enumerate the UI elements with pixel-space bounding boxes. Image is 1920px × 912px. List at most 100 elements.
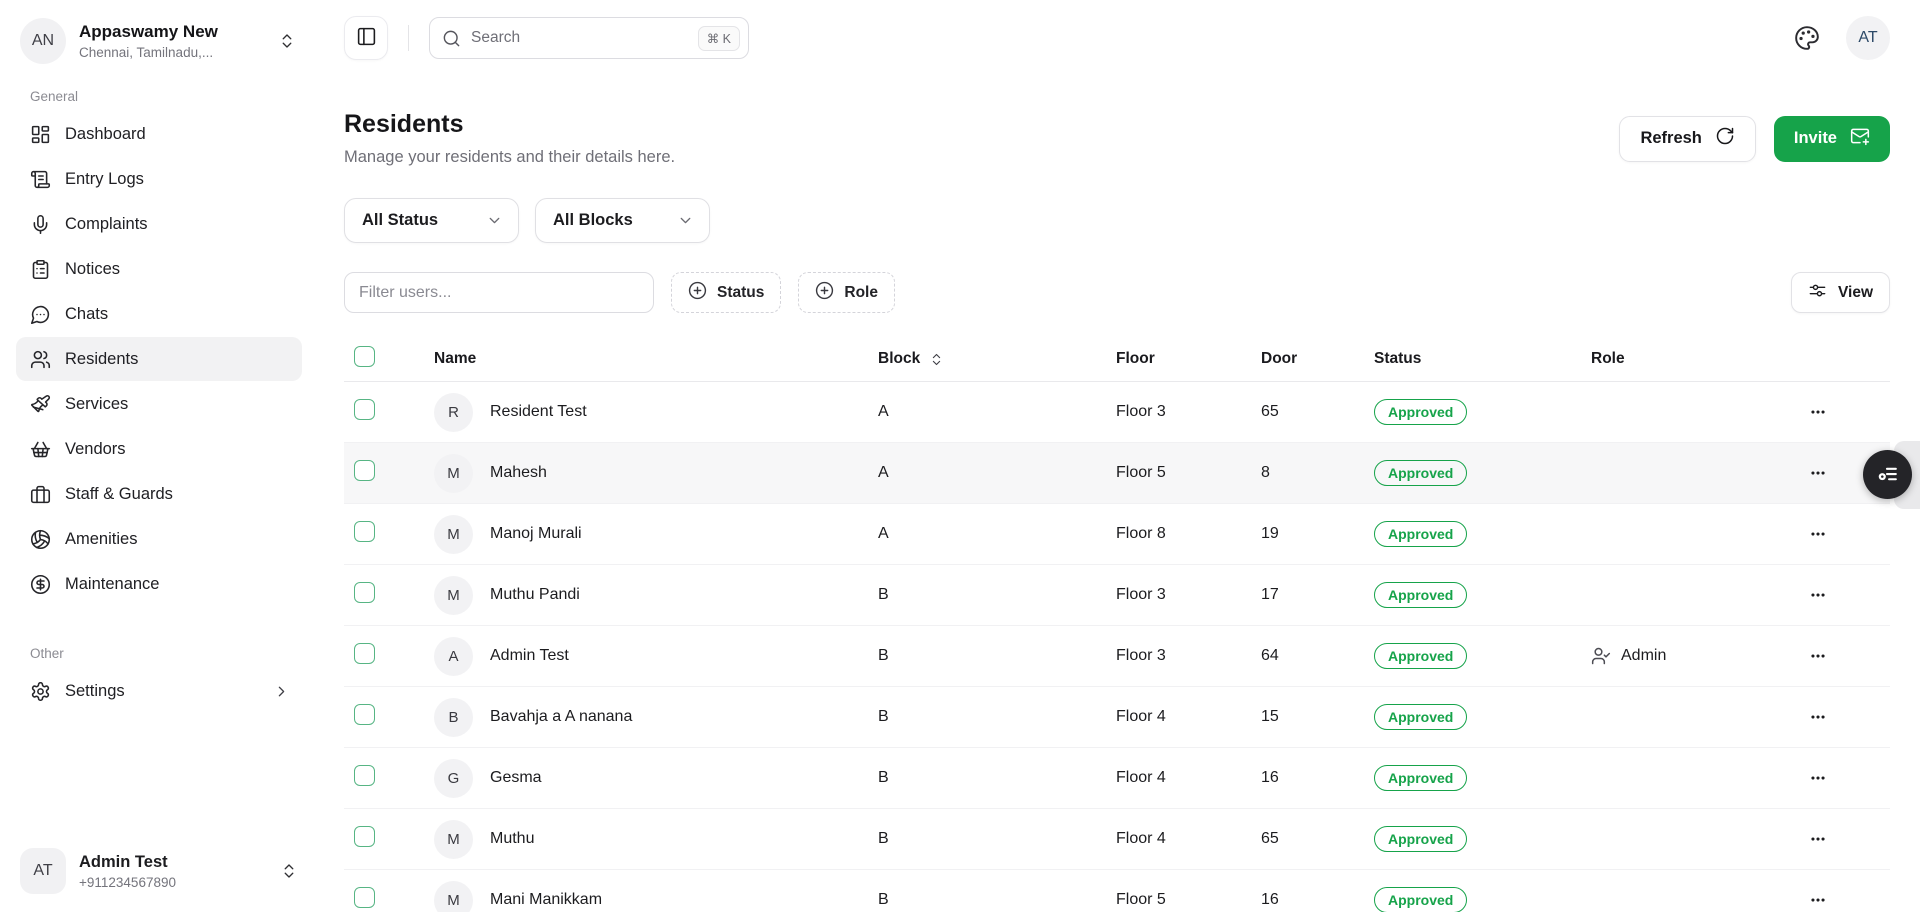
row-checkbox[interactable] bbox=[354, 521, 375, 542]
column-header-block[interactable]: Block bbox=[878, 350, 920, 368]
row-checkbox[interactable] bbox=[354, 399, 375, 420]
sidebar-item-residents[interactable]: Residents bbox=[16, 337, 302, 381]
row-actions-button[interactable] bbox=[1807, 644, 1837, 668]
view-button[interactable]: View bbox=[1791, 272, 1890, 313]
page-title: Residents bbox=[344, 110, 675, 139]
sidebar-item-staff-guards[interactable]: Staff & Guards bbox=[16, 472, 302, 516]
sidebar-item-chats[interactable]: Chats bbox=[16, 292, 302, 336]
search-input[interactable] bbox=[471, 29, 688, 47]
sidebar-item-settings[interactable]: Settings bbox=[16, 669, 302, 713]
row-actions-button[interactable] bbox=[1807, 705, 1837, 729]
table-row[interactable]: G Gesma B Floor 4 16 Approved bbox=[344, 748, 1890, 809]
sidebar-item-services[interactable]: Services bbox=[16, 382, 302, 426]
row-avatar: B bbox=[434, 698, 473, 737]
chevron-down-icon bbox=[486, 212, 503, 229]
row-checkbox[interactable] bbox=[354, 460, 375, 481]
app-root: AN Appaswamy New Chennai, Tamilnadu,... … bbox=[0, 0, 1920, 912]
status-badge: Approved bbox=[1374, 887, 1467, 912]
row-checkbox[interactable] bbox=[354, 704, 375, 725]
sort-icon[interactable] bbox=[929, 352, 944, 367]
page-header: Residents Manage your residents and thei… bbox=[344, 110, 1890, 167]
table-row[interactable]: R Resident Test A Floor 3 65 Approved bbox=[344, 382, 1890, 443]
table-row[interactable]: A Admin Test B Floor 3 64 Approved Admin bbox=[344, 626, 1890, 687]
filter-users-input[interactable] bbox=[344, 272, 654, 313]
status-filter-value: All Status bbox=[362, 211, 438, 230]
sidebar-item-maintenance[interactable]: Maintenance bbox=[16, 562, 302, 606]
search-box[interactable]: ⌘ K bbox=[429, 17, 749, 59]
chevrons-up-down-icon bbox=[280, 862, 298, 880]
resident-floor: Floor 4 bbox=[1116, 708, 1261, 726]
table-row[interactable]: M Muthu Pandi B Floor 3 17 Approved bbox=[344, 565, 1890, 626]
table-row[interactable]: M Mani Manikkam B Floor 5 16 Approved bbox=[344, 870, 1890, 912]
row-checkbox[interactable] bbox=[354, 643, 375, 664]
sidebar-item-label: Maintenance bbox=[65, 575, 159, 594]
row-actions-button[interactable] bbox=[1807, 766, 1837, 790]
row-actions-button[interactable] bbox=[1807, 522, 1837, 546]
sidebar-item-label: Notices bbox=[65, 260, 120, 279]
row-avatar: M bbox=[434, 576, 473, 615]
account-avatar[interactable]: AT bbox=[1846, 16, 1890, 60]
notices-icon bbox=[30, 259, 51, 280]
sidebar-item-amenities[interactable]: Amenities bbox=[16, 517, 302, 561]
refresh-button[interactable]: Refresh bbox=[1619, 116, 1755, 162]
sliders-icon bbox=[1808, 281, 1827, 305]
resident-door: 64 bbox=[1261, 647, 1374, 665]
row-actions-button[interactable] bbox=[1807, 583, 1837, 607]
sidebar-item-dashboard[interactable]: Dashboard bbox=[16, 112, 302, 156]
resident-floor: Floor 3 bbox=[1116, 403, 1261, 421]
refresh-button-label: Refresh bbox=[1640, 129, 1701, 148]
theme-button[interactable] bbox=[1794, 25, 1820, 51]
status-filter-button-label: Status bbox=[717, 284, 764, 302]
status-filter-button[interactable]: Status bbox=[671, 272, 781, 313]
table-row[interactable]: B Bavahja a A nanana B Floor 4 15 Approv… bbox=[344, 687, 1890, 748]
sidebar-item-entry-logs[interactable]: Entry Logs bbox=[16, 157, 302, 201]
column-header-floor: Floor bbox=[1116, 350, 1261, 368]
org-switcher[interactable]: AN Appaswamy New Chennai, Tamilnadu,... bbox=[16, 14, 302, 68]
status-badge: Approved bbox=[1374, 704, 1467, 730]
table-row[interactable]: M Mahesh A Floor 5 8 Approved bbox=[344, 443, 1890, 504]
sidebar-item-vendors[interactable]: Vendors bbox=[16, 427, 302, 471]
amenities-icon bbox=[30, 529, 51, 550]
resident-block: A bbox=[878, 403, 1116, 421]
feedback-widget-button[interactable] bbox=[1863, 450, 1912, 499]
row-avatar: R bbox=[434, 393, 473, 432]
row-checkbox[interactable] bbox=[354, 826, 375, 847]
select-all-checkbox[interactable] bbox=[354, 346, 375, 367]
sidebar-item-label: Residents bbox=[65, 350, 138, 369]
resident-floor: Floor 5 bbox=[1116, 891, 1261, 909]
resident-name: Gesma bbox=[490, 769, 542, 787]
status-badge: Approved bbox=[1374, 765, 1467, 791]
sidebar-toggle-button[interactable] bbox=[344, 16, 388, 60]
row-checkbox[interactable] bbox=[354, 765, 375, 786]
table-row[interactable]: M Muthu B Floor 4 65 Approved bbox=[344, 809, 1890, 870]
header-actions: Refresh Invite bbox=[1619, 116, 1890, 162]
row-actions-button[interactable] bbox=[1807, 461, 1837, 485]
table-toolbar: Status Role View bbox=[344, 272, 1890, 313]
sidebar-item-complaints[interactable]: Complaints bbox=[16, 202, 302, 246]
role-filter-button[interactable]: Role bbox=[798, 272, 895, 313]
resident-door: 17 bbox=[1261, 586, 1374, 604]
blocks-filter-select[interactable]: All Blocks bbox=[535, 198, 710, 243]
status-filter-select[interactable]: All Status bbox=[344, 198, 519, 243]
column-header-door: Door bbox=[1261, 350, 1374, 368]
sidebar-item-label: Dashboard bbox=[65, 125, 146, 144]
row-actions-button[interactable] bbox=[1807, 827, 1837, 851]
nav-section-label: General bbox=[30, 89, 302, 104]
resident-block: B bbox=[878, 769, 1116, 787]
row-checkbox[interactable] bbox=[354, 582, 375, 603]
row-actions-button[interactable] bbox=[1807, 888, 1837, 912]
user-switcher[interactable]: AT Admin Test +911234567890 bbox=[16, 844, 302, 898]
user-check-icon bbox=[1591, 646, 1611, 666]
sidebar-item-label: Vendors bbox=[65, 440, 126, 459]
table-row[interactable]: M Manoj Murali A Floor 8 19 Approved bbox=[344, 504, 1890, 565]
invite-button[interactable]: Invite bbox=[1774, 116, 1890, 162]
row-actions-button[interactable] bbox=[1807, 400, 1837, 424]
resident-floor: Floor 5 bbox=[1116, 464, 1261, 482]
sidebar-item-notices[interactable]: Notices bbox=[16, 247, 302, 291]
dashboard-icon bbox=[30, 124, 51, 145]
page-subtitle: Manage your residents and their details … bbox=[344, 148, 675, 167]
row-checkbox[interactable] bbox=[354, 887, 375, 908]
column-header-status: Status bbox=[1374, 350, 1591, 368]
sidebar-nav: General Dashboard Entry LogsComplaints Noti… bbox=[16, 89, 302, 713]
resident-door: 65 bbox=[1261, 403, 1374, 421]
